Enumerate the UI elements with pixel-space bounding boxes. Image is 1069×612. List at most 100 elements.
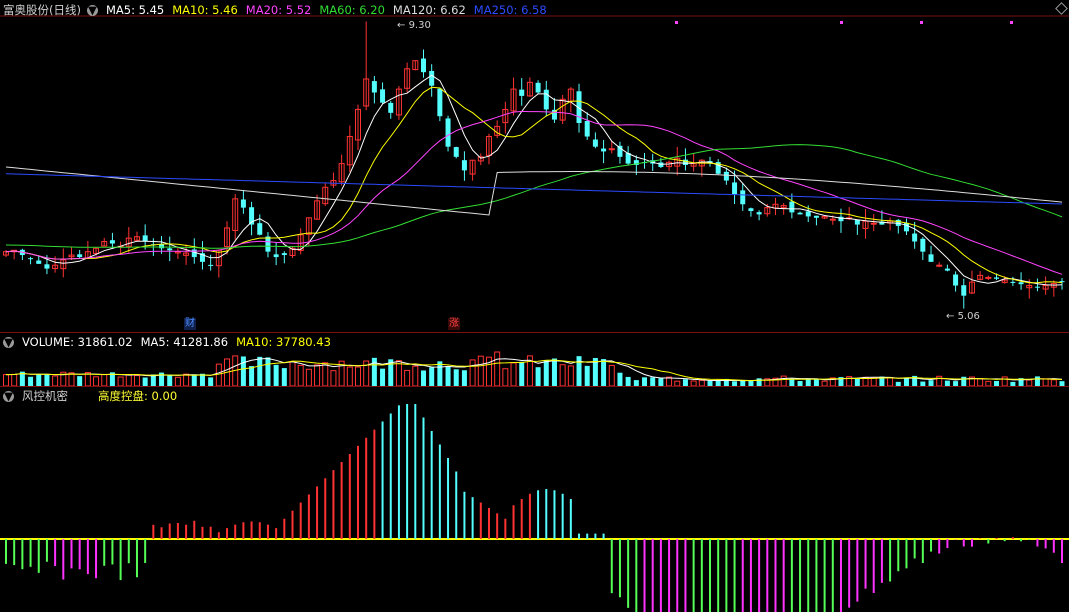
risk-indicator-panel[interactable]: ▼ 风控机密 高度控盘: 0.00: [0, 386, 1069, 612]
risk-indicator-title: 风控机密: [22, 389, 68, 403]
marker-dot: [920, 21, 923, 24]
low-price-label: ← 5.06: [946, 311, 980, 322]
risk-histogram[interactable]: [0, 386, 1069, 612]
volume-chart-panel[interactable]: ▼ VOLUME: 31861.02 MA5: 41281.86 MA10: 377…: [0, 332, 1069, 386]
candle-body-down: [36, 260, 42, 264]
volume-bar-up: [404, 369, 411, 386]
volume-legend-item-0: VOLUME: 31861.02: [22, 335, 133, 349]
candle-body-down: [167, 248, 173, 251]
low-price-value: 5.06: [957, 311, 980, 322]
volume-bar-up: [68, 372, 75, 386]
candle-body-down: [953, 274, 959, 286]
candle-body-up: [608, 148, 615, 151]
candle-body-down: [813, 215, 819, 218]
volume-bar-up: [322, 362, 329, 386]
ma250-line: [5, 173, 1063, 205]
ma-legend-item-3: MA60: 6.20: [319, 3, 385, 17]
volume-bar-down: [249, 366, 255, 386]
volume-bar-up: [215, 363, 222, 386]
chevron-down-icon[interactable]: ▼: [3, 390, 14, 402]
volume-bar-up: [567, 365, 574, 386]
volume-bar-up: [510, 362, 517, 386]
candle-body-down: [961, 285, 967, 296]
candle-body-down: [723, 171, 729, 181]
volume-bar-up: [477, 355, 484, 386]
candle-body-down: [805, 211, 811, 217]
candle-body-down: [388, 102, 394, 113]
ma5-line: [5, 74, 1063, 286]
candle-body-down: [429, 70, 435, 86]
candle-body-up: [870, 222, 877, 225]
candle-body-down: [1018, 282, 1024, 285]
candle-body-down: [28, 258, 34, 260]
volume-bar-up: [559, 364, 566, 386]
volume-header: ▼ VOLUME: 31861.02 MA5: 41281.86 MA10: 377…: [0, 334, 339, 350]
volume-bar-down: [199, 373, 205, 386]
volume-bar-up: [117, 376, 124, 386]
candle-body-down: [732, 182, 738, 195]
ma-legend-item-1: MA10: 5.46: [172, 3, 238, 17]
volume-bar-down: [789, 378, 795, 386]
volume-bar-down: [437, 361, 443, 386]
volume-bar-down: [461, 370, 467, 386]
risk-header: ▼ 风控机密 高度控盘: 0.00: [0, 388, 185, 404]
volume-bar-down: [584, 365, 590, 386]
volume-bar-down: [961, 376, 967, 386]
volume-bar-up: [289, 361, 296, 386]
marker-dot: [1010, 21, 1013, 24]
candle-body-down: [208, 264, 214, 266]
volume-legend-item-2: MA10: 37780.43: [236, 335, 331, 349]
candle-body-down: [453, 147, 459, 157]
ma10-line: [5, 86, 1063, 284]
candle-body-down: [420, 58, 426, 73]
volume-bar-up: [93, 376, 100, 386]
volume-bar-up: [355, 366, 361, 386]
volume-bar-down: [445, 366, 451, 386]
volume-bar-down: [28, 376, 34, 386]
volume-bar-up: [52, 375, 59, 386]
event-marker-financial[interactable]: 财: [184, 318, 196, 330]
price-ma-legend: MA5: 5.45 MA10: 5.46 MA20: 5.52 MA60: 6.20 M…: [106, 3, 555, 17]
volume-bar-up: [133, 375, 140, 386]
volume-bar-up: [3, 374, 9, 386]
stock-name: 富奥股份(日线): [3, 3, 81, 17]
high-price-value: 9.30: [408, 20, 431, 31]
volume-bar-up: [125, 374, 132, 386]
volume-bar-down: [642, 377, 648, 386]
candle-body-down: [257, 223, 263, 235]
candle-body-down: [1010, 281, 1016, 283]
volume-bar-down: [453, 369, 459, 386]
volume-bar-up: [330, 370, 337, 386]
candle-body-down: [77, 254, 83, 258]
volume-bar-down: [617, 372, 623, 386]
price-chart-panel[interactable]: 富奥股份(日线) ▼ MA5: 5.45 MA10: 5.46 MA20: 5.52…: [0, 0, 1069, 332]
event-marker-limit-up[interactable]: 涨: [448, 318, 460, 330]
volume-bar-down: [371, 357, 377, 386]
candle-body-up: [985, 276, 992, 279]
volume-bar-down: [191, 374, 197, 386]
candle-body-down: [142, 235, 148, 242]
marker-dot: [675, 21, 678, 24]
chevron-down-icon[interactable]: ▼: [86, 4, 98, 16]
volume-bar-down: [576, 356, 582, 386]
ma120-line: [5, 166, 1063, 216]
ma-legend-item-5: MA250: 6.58: [473, 3, 547, 17]
volume-bar-up: [297, 364, 304, 386]
volume-bar-down: [77, 376, 83, 386]
candle-body-down: [461, 160, 467, 171]
ma60-line: [5, 144, 1063, 249]
risk-indicator-value: 高度控盘: 0.00: [98, 389, 178, 403]
candlestick-chart[interactable]: [0, 0, 1069, 332]
volume-bar-down: [44, 374, 50, 386]
candle-body-down: [912, 233, 918, 242]
volume-bar-up: [395, 360, 402, 386]
volume-bar-up: [346, 366, 353, 386]
volume-bar-down: [265, 357, 271, 386]
volume-bar-up: [1001, 376, 1008, 386]
chevron-down-icon[interactable]: ▼: [3, 336, 14, 348]
volume-bar-down: [813, 378, 819, 386]
price-header: 富奥股份(日线) ▼ MA5: 5.45 MA10: 5.46 MA20: 5.52…: [0, 2, 555, 18]
volume-legend: VOLUME: 31861.02 MA5: 41281.86 MA10: 37780…: [22, 335, 339, 349]
candle-body-down: [445, 118, 451, 147]
high-price-label: ← 9.30: [397, 20, 431, 31]
